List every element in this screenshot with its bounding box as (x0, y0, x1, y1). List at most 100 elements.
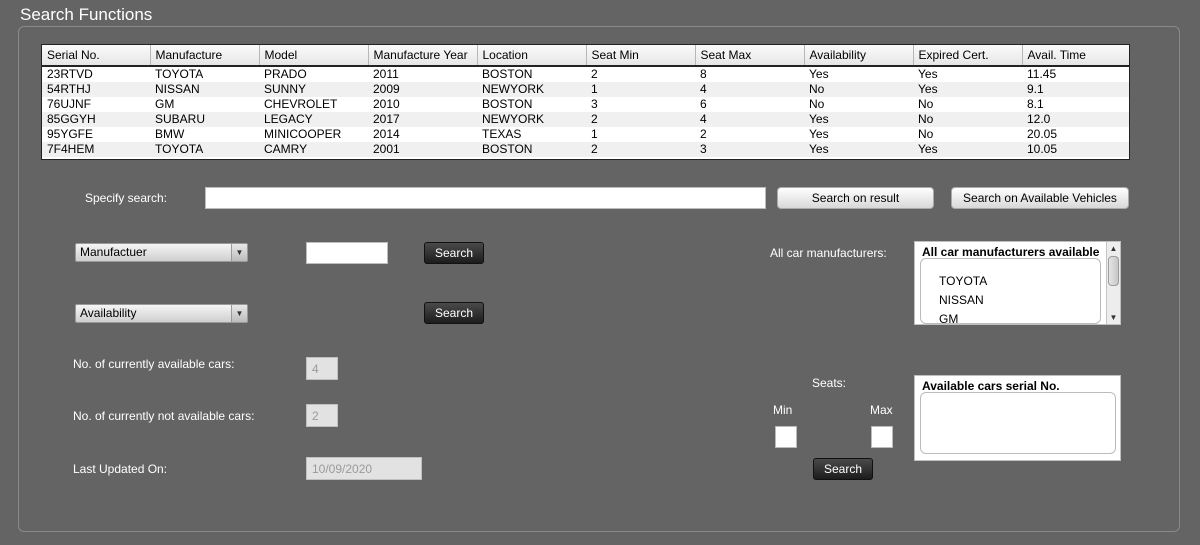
list-item[interactable]: NISSAN (939, 293, 984, 307)
table-cell: 23RTVD (47, 67, 93, 81)
serials-title: Available cars serial No. (922, 379, 1060, 393)
table-cell: 2014 (373, 127, 400, 141)
availability-select[interactable]: Availability ▼ (75, 304, 248, 323)
table-cell: 2 (586, 142, 695, 157)
all-manufacturers-label: All car manufacturers: (770, 246, 887, 260)
table-cell: Yes (809, 67, 829, 81)
table-cell: No (918, 97, 934, 111)
table-cell: 4 (695, 82, 804, 97)
manufacturers-list-panel: All car manufacturers available TOYOTA N… (914, 241, 1121, 325)
seats-min-input[interactable] (775, 426, 797, 448)
not-available-cars-label: No. of currently not available cars: (73, 409, 255, 423)
triangle-up-icon[interactable]: ▲ (1107, 242, 1120, 255)
table-cell: No (918, 127, 934, 141)
table-row[interactable]: 85GGYH SUBARU LEGACY 2017 NEWYORK 2 4 Yes No 12.0 (42, 112, 1129, 127)
table-cell: TOYOTA (155, 67, 204, 81)
triangle-down-icon[interactable]: ▼ (1107, 311, 1120, 324)
table-header-row: Serial No. Manufacture Model Manufacture… (42, 45, 1129, 67)
manufacturers-list[interactable]: TOYOTA NISSAN GM (920, 258, 1101, 324)
table-cell: 2 (700, 127, 707, 141)
table-cell: GM (155, 97, 175, 111)
search-on-result-button[interactable]: Search on result (777, 187, 934, 209)
table-cell: 20.05 (1027, 127, 1058, 141)
availability-select-value: Availability (80, 306, 137, 320)
availability-search-button[interactable]: Search (424, 302, 484, 324)
table-cell: CAMRY (259, 142, 368, 157)
not-available-cars-count: 2 (306, 404, 338, 427)
table-cell: TOYOTA (150, 142, 259, 157)
seats-max-label: Max (870, 403, 893, 417)
list-item[interactable]: TOYOTA (939, 274, 987, 288)
table-cell: 6 (700, 97, 707, 111)
table-cell: BMW (155, 127, 185, 141)
available-cars-count: 4 (306, 357, 338, 380)
column-header-seat-max[interactable]: Seat Max (695, 45, 805, 67)
manufacturer-filter-input[interactable] (306, 242, 388, 264)
table-row[interactable]: 7F4HEM TOYOTA CAMRY 2001 BOSTON 2 3 Yes Yes 10.05 (42, 142, 1129, 157)
column-header-avail-time[interactable]: Avail. Time (1022, 45, 1129, 67)
table-cell: BOSTON (482, 67, 533, 81)
column-header-serial[interactable]: Serial No. (42, 45, 151, 67)
manufacturer-select[interactable]: Manufactuer ▼ (75, 243, 248, 262)
table-cell: 1 (591, 127, 598, 141)
table-cell: 2001 (368, 142, 477, 157)
table-cell: 2017 (368, 112, 477, 127)
seats-label: Seats: (812, 376, 847, 390)
table-cell: 2 (586, 112, 695, 127)
table-cell: 54RTHJ (42, 82, 150, 97)
table-row[interactable]: 54RTHJ NISSAN SUNNY 2009 NEWYORK 1 4 No Yes 9.1 (42, 82, 1129, 97)
column-header-year[interactable]: Manufacture Year (368, 45, 478, 67)
search-on-available-vehicles-button[interactable]: Search on Available Vehicles (951, 187, 1129, 209)
column-header-model[interactable]: Model (259, 45, 369, 67)
table-cell: Yes (804, 112, 913, 127)
results-table[interactable]: Serial No. Manufacture Model Manufacture… (41, 44, 1130, 160)
serials-list[interactable] (920, 392, 1116, 454)
table-cell: NEWYORK (477, 82, 586, 97)
triangle-down-icon: ▼ (231, 244, 247, 261)
table-cell: 4 (695, 112, 804, 127)
column-header-availability[interactable]: Availability (804, 45, 914, 67)
table-cell: 10.05 (1022, 142, 1129, 157)
table-cell: 9.1 (1022, 82, 1129, 97)
table-cell: Yes (918, 67, 938, 81)
table-cell: BOSTON (477, 142, 586, 157)
column-header-location[interactable]: Location (477, 45, 587, 67)
table-cell: 1 (586, 82, 695, 97)
last-updated-label: Last Updated On: (73, 462, 168, 476)
table-cell: Yes (913, 82, 1022, 97)
last-updated-value: 10/09/2020 (306, 457, 422, 480)
column-header-seat-min[interactable]: Seat Min (586, 45, 696, 67)
table-row[interactable]: 95YGFE BMW MINICOOPER 2014 TEXAS 1 2 Yes No 20.05 (42, 127, 1129, 142)
table-cell: 76UJNF (47, 97, 92, 111)
table-cell: No (913, 112, 1022, 127)
table-cell: 2010 (373, 97, 400, 111)
table-cell: BOSTON (482, 97, 533, 111)
column-header-manufacture[interactable]: Manufacture (150, 45, 260, 67)
table-cell: NISSAN (150, 82, 259, 97)
table-row[interactable]: 23RTVD TOYOTA PRADO 2011 BOSTON 2 8 Yes Yes 11.45 (42, 66, 1129, 82)
table-cell: No (809, 97, 825, 111)
seats-search-button[interactable]: Search (813, 458, 873, 480)
window-title: Search Functions (20, 5, 153, 24)
manufacturer-search-button[interactable]: Search (424, 242, 484, 264)
table-cell: Yes (809, 127, 829, 141)
column-header-expired-cert[interactable]: Expired Cert. (913, 45, 1023, 67)
table-cell: 8 (700, 67, 707, 81)
table-cell: 7F4HEM (42, 142, 150, 157)
list-item[interactable]: GM (939, 312, 958, 323)
table-row[interactable]: 76UJNF GM CHEVROLET 2010 BOSTON 3 6 No No 8.1 (42, 97, 1129, 112)
table-cell: 85GGYH (42, 112, 150, 127)
table-cell: 2009 (368, 82, 477, 97)
manufacturer-select-value: Manufactuer (80, 245, 147, 259)
specify-search-input[interactable] (205, 187, 766, 209)
table-cell: 3 (591, 97, 598, 111)
manufacturers-scrollbar[interactable]: ▲ ▼ (1106, 242, 1120, 324)
scrollbar-thumb[interactable] (1108, 256, 1119, 286)
table-cell: NEWYORK (477, 112, 586, 127)
table-cell: SUNNY (259, 82, 368, 97)
triangle-down-icon: ▼ (231, 305, 247, 322)
table-cell: PRADO (264, 67, 307, 81)
table-cell: LEGACY (259, 112, 368, 127)
table-cell: Yes (913, 142, 1022, 157)
seats-max-input[interactable] (871, 426, 893, 448)
